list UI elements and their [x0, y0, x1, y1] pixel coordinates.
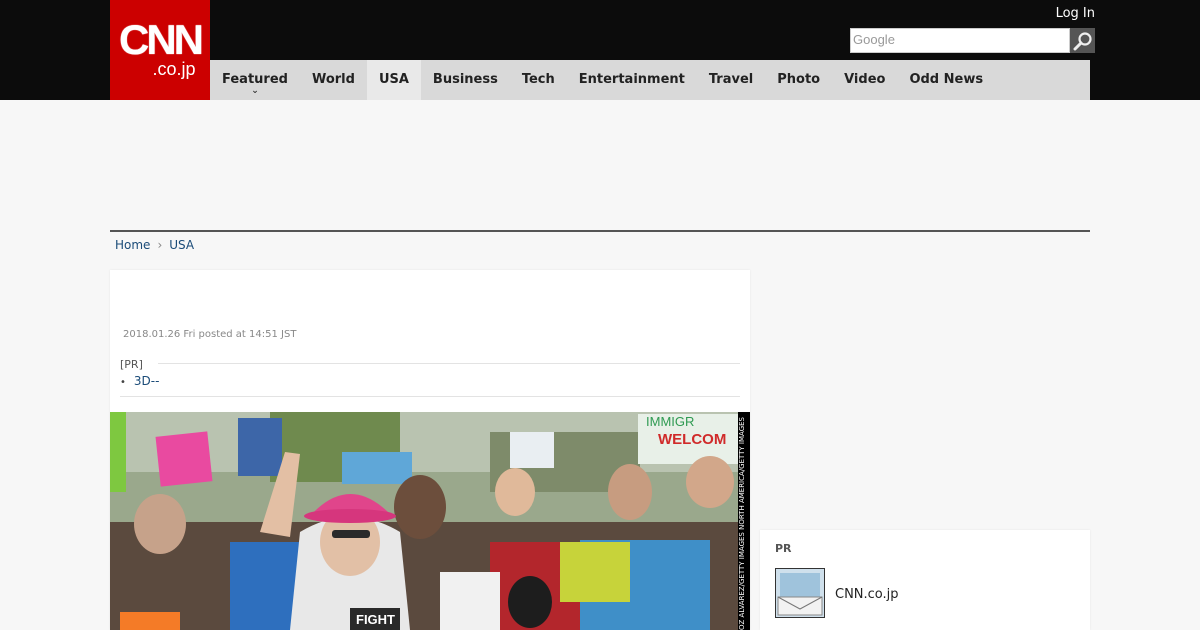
- pr-link-label: 3D--: [133, 374, 160, 388]
- breadcrumb-home[interactable]: Home: [115, 238, 150, 252]
- sidebar-pr-box: PR CNN.co.jp: [760, 530, 1090, 630]
- sign-text: FIGHT: [356, 612, 395, 627]
- nav-item-world[interactable]: World: [300, 60, 367, 100]
- main-nav: Featured ⌄ World USA Business Tech Enter…: [210, 60, 1090, 100]
- nav-item-tech[interactable]: Tech: [510, 60, 567, 100]
- pr-label: [PR]: [120, 358, 143, 371]
- nav-item-business[interactable]: Business: [421, 60, 510, 100]
- photo-credit: OZ ALVAREZ/GETTY IMAGES NORTH AMERICA/GE…: [738, 412, 750, 630]
- article-photo[interactable]: IMMIGR WELCOM FIGHT OZ ALVAREZ/GETTY IMA…: [110, 412, 750, 630]
- mail-icon: [776, 569, 824, 617]
- logo-text: CNN: [119, 16, 204, 63]
- login-link[interactable]: Log In: [1056, 6, 1095, 21]
- divider: [158, 363, 740, 364]
- nav-item-video[interactable]: Video: [832, 60, 897, 100]
- nav-item-label: Featured: [222, 72, 288, 87]
- top-header: CNN .co.jp Log In Google Featured ⌄ Worl…: [0, 0, 1200, 100]
- bullet-icon: •: [120, 377, 126, 388]
- search-button[interactable]: [1070, 28, 1095, 53]
- nav-item-featured[interactable]: Featured ⌄: [210, 60, 300, 100]
- breadcrumb: Home › USA: [115, 238, 194, 252]
- search-input[interactable]: Google: [850, 28, 1070, 53]
- nav-item-travel[interactable]: Travel: [697, 60, 765, 100]
- section-divider: [110, 230, 1090, 232]
- sidebar-item-label[interactable]: CNN.co.jp: [835, 587, 899, 602]
- sign-text: IMMIGR: [646, 414, 694, 429]
- article-date: 2018.01.26 Fri posted at 14:51 JST: [123, 329, 297, 340]
- nav-item-usa[interactable]: USA: [366, 60, 421, 100]
- divider: [120, 396, 740, 397]
- protest-photo: IMMIGR WELCOM FIGHT: [110, 412, 738, 630]
- pr-link[interactable]: • 3D--: [120, 374, 159, 388]
- nav-item-photo[interactable]: Photo: [765, 60, 832, 100]
- logo-subtext: .co.jp: [152, 59, 196, 79]
- nav-item-entertainment[interactable]: Entertainment: [567, 60, 697, 100]
- chevron-right-icon: ›: [157, 238, 163, 252]
- breadcrumb-current[interactable]: USA: [169, 238, 194, 252]
- nav-item-odd-news[interactable]: Odd News: [897, 60, 995, 100]
- cnn-logo[interactable]: CNN .co.jp: [110, 0, 210, 100]
- search-icon: [1073, 31, 1092, 50]
- sign-text: WELCOM: [658, 431, 726, 448]
- sidebar-thumbnail[interactable]: [775, 568, 825, 618]
- chevron-down-icon: ⌄: [251, 86, 259, 96]
- sidebar-pr-heading: PR: [775, 542, 792, 555]
- article-card: 2018.01.26 Fri posted at 14:51 JST [PR] …: [110, 270, 750, 630]
